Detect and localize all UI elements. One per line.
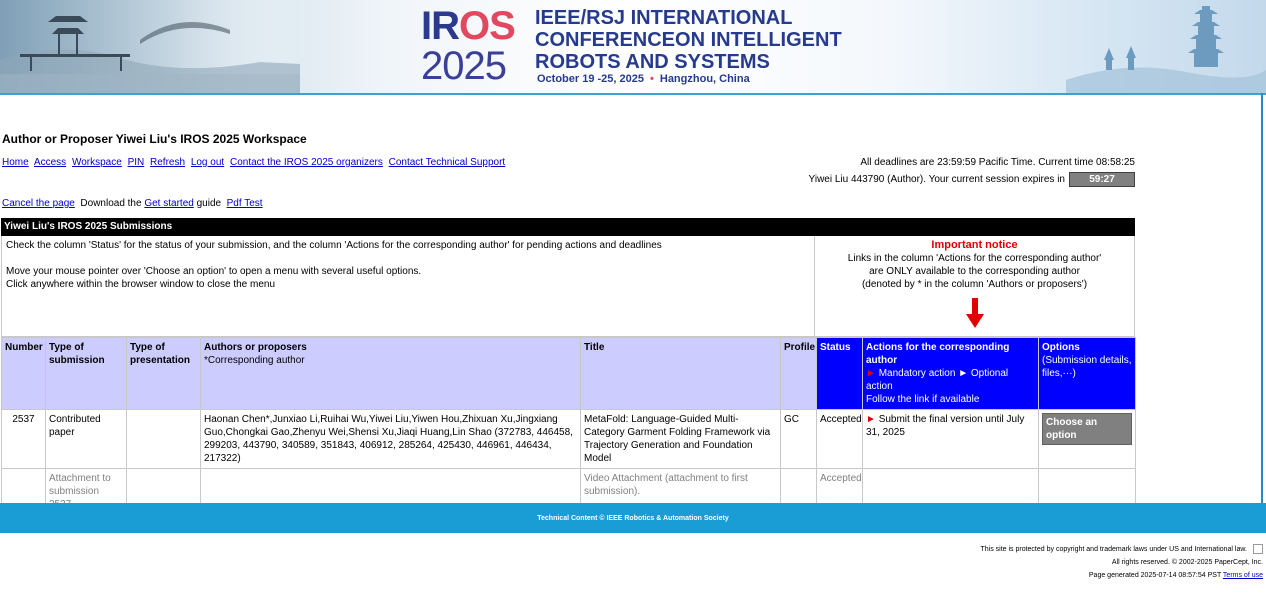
choose-option-button[interactable]: Choose an option [1042, 413, 1132, 445]
col-actions-label: Actions for the corresponding author [866, 342, 1010, 366]
instruction-close: Click anywhere within the browser window… [6, 279, 276, 290]
options-cell: Choose an option [1038, 409, 1136, 469]
banner-divider [0, 93, 1266, 95]
conference-dates: October 19 -25, 2025 • Hangzhou, China [537, 73, 750, 85]
authors-list: Haonan Chen*,Junxiao Li,Ruihai Wu,Yiwei … [200, 409, 581, 469]
col-authors-note: *Corresponding author [204, 355, 305, 366]
col-options-note: (Submission details, files,···) [1042, 355, 1132, 379]
nav-home-link[interactable]: Home [2, 157, 29, 168]
col-type-submission: Type of submission [45, 337, 127, 410]
submission-title: MetaFold: Language-Guided Multi-Category… [580, 409, 781, 469]
footer-bar: Technical Content © IEEE Robotics & Auto… [0, 503, 1266, 533]
contact-organizers-link[interactable]: Contact the IROS 2025 organizers [230, 157, 383, 168]
down-arrow-icon [966, 298, 984, 328]
submissions-table: Number Type of submission Type of presen… [1, 337, 1136, 515]
col-status: Status [816, 337, 863, 410]
status-value: Accepted [816, 409, 863, 469]
get-started-link[interactable]: Get started [144, 198, 193, 209]
submissions-heading: Yiwei Liu's IROS 2025 Submissions [1, 218, 1135, 236]
pagoda-image [1066, 6, 1266, 93]
table-header-row: Number Type of submission Type of presen… [1, 337, 1136, 410]
table-row: 2537 Contributed paper Haonan Chen*,Junx… [1, 409, 1136, 469]
page-title: Author or Proposer Yiwei Liu's IROS 2025… [2, 132, 307, 146]
conference-banner: IROS 2025 IEEE/RSJ INTERNATIONAL CONFERE… [0, 0, 1266, 93]
nav-workspace-link[interactable]: Workspace [72, 157, 122, 168]
col-options: Options (Submission details, files,···) [1038, 337, 1136, 410]
mandatory-label: Mandatory action [878, 368, 956, 379]
conference-name: IEEE/RSJ INTERNATIONAL CONFERENCEON INTE… [535, 7, 842, 73]
profile-code: GC [780, 409, 817, 469]
col-authors: Authors or proposers *Corresponding auth… [200, 337, 581, 410]
col-type-presentation: Type of presentation [126, 337, 201, 410]
instruction-menu: Move your mouse pointer over 'Choose an … [6, 266, 422, 277]
submit-final-action[interactable]: Submit the final version until July 31, … [866, 414, 1024, 438]
iros-logo-word: IROS [421, 4, 516, 48]
nav-pin-link[interactable]: PIN [128, 157, 145, 168]
important-notice-line: Links in the column 'Actions for the cor… [847, 253, 1102, 264]
legal-rights: All rights reserved. © 2002-2025 PaperCe… [1111, 559, 1263, 566]
submission-number: 2537 [1, 409, 46, 469]
guide-text: guide [196, 198, 222, 209]
mandatory-triangle-icon: ► [866, 368, 876, 379]
contact-support-link[interactable]: Contact Technical Support [389, 157, 506, 168]
instruction-status: Check the column 'Status' for the status… [6, 240, 662, 251]
download-text: Download the [80, 198, 142, 209]
presentation-type [126, 409, 201, 469]
legal-notice: This site is protected by copyright and … [980, 543, 1263, 582]
session-text: Yiwei Liu 443790 (Author). Your current … [808, 174, 1065, 185]
important-notice-title: Important notice [931, 239, 1018, 251]
session-info: Yiwei Liu 443790 (Author). Your current … [809, 172, 1135, 187]
mandatory-triangle-icon: ► [866, 414, 876, 425]
iros-logo-year: 2025 [421, 44, 507, 88]
pavilion-lake-image [0, 0, 300, 93]
col-title: Title [580, 337, 781, 410]
deadline-info: All deadlines are 23:59:59 Pacific Time.… [860, 157, 1135, 168]
page-generated: Page generated 2025-07-14 08:57:54 PST [1088, 572, 1222, 579]
submissions-panel: Yiwei Liu's IROS 2025 Submissions Check … [1, 218, 1136, 515]
broken-image-icon [1253, 544, 1263, 555]
legal-copyright: This site is protected by copyright and … [980, 546, 1247, 553]
submission-type: Contributed paper [45, 409, 127, 469]
col-profile: Profile [780, 337, 817, 410]
action-cell: ► Submit the final version until July 31… [862, 409, 1039, 469]
nav-access-link[interactable]: Access [34, 157, 66, 168]
session-timer: 59:27 [1069, 172, 1135, 187]
important-notice: Important notice Links in the column 'Ac… [814, 236, 1134, 336]
nav-logout-link[interactable]: Log out [191, 157, 224, 168]
cancel-page-link[interactable]: Cancel the page [2, 198, 75, 209]
col-options-label: Options [1042, 342, 1080, 353]
col-actions: Actions for the corresponding author ► M… [862, 337, 1039, 410]
right-border-line [1261, 93, 1263, 503]
follow-link-note: Follow the link if available [866, 394, 980, 405]
col-number: Number [1, 337, 46, 410]
important-notice-line: (denoted by * in the column 'Authors or … [861, 279, 1088, 290]
optional-triangle-icon: ► [958, 368, 969, 379]
nav-links: Home Access Workspace PIN Refresh Log ou… [2, 157, 508, 168]
pdf-test-link[interactable]: Pdf Test [227, 198, 263, 209]
page-actions: Cancel the page Download the Get started… [2, 198, 263, 209]
col-authors-label: Authors or proposers [204, 342, 307, 353]
instructions-area: Check the column 'Status' for the status… [1, 236, 1135, 337]
terms-of-use-link[interactable]: Terms of use [1223, 572, 1263, 579]
nav-refresh-link[interactable]: Refresh [150, 157, 185, 168]
instructions-text: Check the column 'Status' for the status… [2, 236, 814, 336]
important-notice-line: are ONLY available to the corresponding … [869, 266, 1080, 277]
